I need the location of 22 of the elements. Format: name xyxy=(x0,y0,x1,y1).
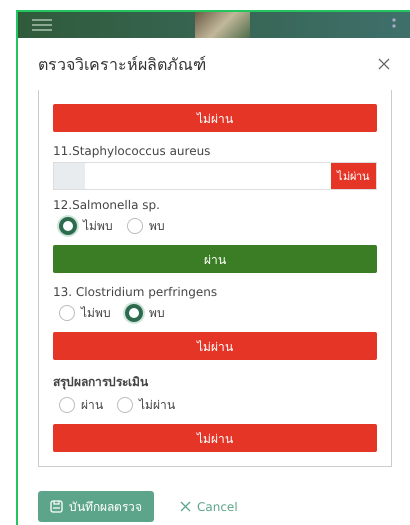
close-icon xyxy=(180,501,191,512)
save-icon xyxy=(50,500,63,513)
radio-option[interactable]: ผ่าน xyxy=(59,395,103,414)
menu-icon[interactable] xyxy=(32,19,52,31)
radio-option[interactable]: ไม่ผ่าน xyxy=(117,395,175,414)
result-bar: ผ่าน xyxy=(53,245,377,273)
radio-option[interactable]: ไม่พบ xyxy=(59,216,113,235)
result-bar: ไม่ผ่าน xyxy=(53,104,377,132)
result-addon: ไม่ผ่าน xyxy=(331,163,376,189)
field-label: สรุปผลการประเมิน xyxy=(53,374,150,391)
close-button[interactable] xyxy=(376,56,392,72)
radio-option[interactable]: พบ xyxy=(127,216,165,235)
result-bar: ไม่ผ่าน xyxy=(53,424,377,452)
field-label: 11.Staphylococcus aureus xyxy=(53,144,212,158)
modal-title: ตรวจวิเคราะห์ผลิตภัณฑ์ xyxy=(38,54,206,76)
input-field[interactable]: ไม่ผ่าน xyxy=(53,162,377,190)
logo-placeholder xyxy=(194,12,250,38)
field-label: 12.Salmonella sp. xyxy=(53,198,161,212)
radio-option[interactable]: พบ xyxy=(125,303,165,322)
result-bar: ไม่ผ่าน xyxy=(53,332,377,360)
radio-option[interactable]: ไม่พบ xyxy=(59,303,111,322)
field-label: 13. Clostridium perfringens xyxy=(53,285,218,299)
